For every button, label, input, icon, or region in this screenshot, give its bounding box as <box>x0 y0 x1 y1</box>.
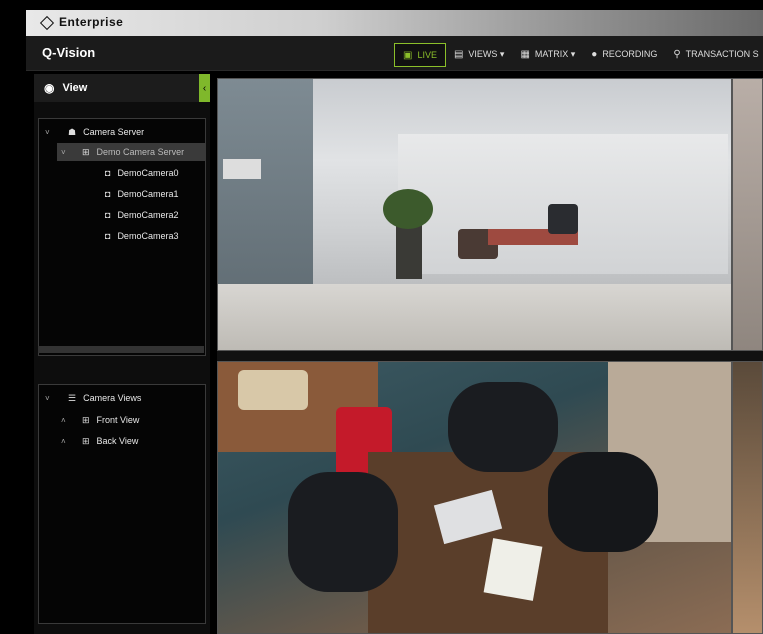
camera-server-label: Camera Server <box>83 127 145 137</box>
nav-recording-label: RECORDING <box>602 49 658 59</box>
person-top <box>448 382 558 472</box>
nav-views-label: VIEWS ▾ <box>468 48 505 59</box>
documents <box>483 538 543 601</box>
camera-icon: ◘ <box>105 231 111 241</box>
camera-feed-lobby[interactable] <box>217 78 732 351</box>
views-icon: ▤ <box>453 48 464 60</box>
plant-leaves <box>383 189 433 229</box>
nav-matrix[interactable]: ▦ MATRIX ▾ <box>512 43 583 65</box>
person-right <box>548 452 658 552</box>
tree-item-camera2[interactable]: ◘ DemoCamera2 <box>105 206 178 224</box>
tree-item-camera-server[interactable]: ˅ ☗ Camera Server <box>45 123 144 141</box>
hall-floor <box>218 284 731 350</box>
view-panel-header: ◉ View <box>34 74 202 102</box>
list-icon: ☰ <box>68 392 77 403</box>
camera3-label: DemoCamera3 <box>117 231 179 241</box>
app-header: Q-Vision ▣ LIVE ▤ VIEWS ▾ ▦ MATRIX ▾ ● R… <box>26 36 763 71</box>
camera-tree: ˅ ☗ Camera Server ˅ ⊞ Demo Camera Server… <box>38 118 206 356</box>
exit-sign <box>223 159 261 179</box>
nav-matrix-label: MATRIX ▾ <box>534 48 576 59</box>
camera0-label: DemoCamera0 <box>117 168 179 178</box>
search-icon: ⚲ <box>673 48 681 60</box>
grid-icon: ⊞ <box>82 146 90 157</box>
app-title: Q-Vision <box>42 45 96 60</box>
tree-item-camera-views[interactable]: ˅ ☰ Camera Views <box>45 389 141 407</box>
chevron-down-icon[interactable]: ˅ <box>61 148 69 157</box>
camera-feed-side[interactable] <box>732 78 763 351</box>
brand-diamond-icon <box>40 16 53 29</box>
chevron-up-icon[interactable]: ˄ <box>61 437 69 446</box>
tree-item-camera0[interactable]: ◘ DemoCamera0 <box>105 164 178 182</box>
nav-recording[interactable]: ● RECORDING <box>583 43 665 65</box>
matrix-icon: ▦ <box>520 48 530 60</box>
demo-server-label: Demo Camera Server <box>96 147 185 157</box>
camera-icon: ◘ <box>105 168 111 178</box>
cushion <box>238 370 308 410</box>
nav-live-label: LIVE <box>417 50 437 60</box>
people-right <box>548 204 578 234</box>
record-dot-icon: ● <box>591 48 598 60</box>
grid-icon: ⊞ <box>82 414 90 425</box>
live-icon: ▣ <box>403 49 413 61</box>
tree-item-front-view[interactable]: ˄ ⊞ Front View <box>61 411 139 429</box>
collapse-panel-button[interactable]: ‹ <box>199 74 210 102</box>
window-top-bar: Enterprise <box>26 10 763 36</box>
brand-logo: Enterprise <box>40 15 123 29</box>
front-view-label: Front View <box>96 415 140 425</box>
nav-transaction-label: TRANSACTION S <box>685 49 759 59</box>
tree-item-camera1[interactable]: ◘ DemoCamera1 <box>105 185 178 203</box>
back-view-label: Back View <box>96 436 139 446</box>
camera-icon: ◘ <box>105 210 111 220</box>
main-nav: ▣ LIVE ▤ VIEWS ▾ ▦ MATRIX ▾ ● RECORDING … <box>394 43 763 67</box>
video-grid <box>217 78 763 634</box>
tree-item-back-view[interactable]: ˄ ⊞ Back View <box>61 432 138 450</box>
tree-item-demo-server[interactable]: ˅ ⊞ Demo Camera Server <box>57 143 205 161</box>
camera1-label: DemoCamera1 <box>117 189 179 199</box>
nav-views[interactable]: ▤ VIEWS ▾ <box>446 43 512 65</box>
brand-name: Enterprise <box>59 15 124 29</box>
tree-item-camera3[interactable]: ◘ DemoCamera3 <box>105 227 178 245</box>
camera2-label: DemoCamera2 <box>117 210 179 220</box>
camera-feed-mall[interactable] <box>732 361 763 634</box>
view-panel-title: View <box>62 82 88 94</box>
chevron-down-icon[interactable]: ˅ <box>45 128 53 137</box>
left-panel: ◉ View ‹ ˅ ☗ Camera Server ˅ ⊞ Demo Came… <box>34 74 210 634</box>
eye-icon: ◉ <box>44 81 55 95</box>
camera-views-label: Camera Views <box>83 393 142 403</box>
tree-scrollbar[interactable] <box>38 346 204 353</box>
camera-views-tree: ˅ ☰ Camera Views ˄ ⊞ Front View ˄ ⊞ Back… <box>38 384 206 624</box>
nav-transaction-search[interactable]: ⚲ TRANSACTION S <box>665 43 763 65</box>
nav-live[interactable]: ▣ LIVE <box>394 43 446 67</box>
camera-feed-meeting[interactable] <box>217 361 732 634</box>
chevron-up-icon[interactable]: ˄ <box>61 416 69 425</box>
server-icon: ☗ <box>68 126 77 137</box>
person-left <box>288 472 398 592</box>
camera-icon: ◘ <box>105 189 111 199</box>
chevron-down-icon[interactable]: ˅ <box>45 394 53 403</box>
grid-icon: ⊞ <box>82 435 90 446</box>
